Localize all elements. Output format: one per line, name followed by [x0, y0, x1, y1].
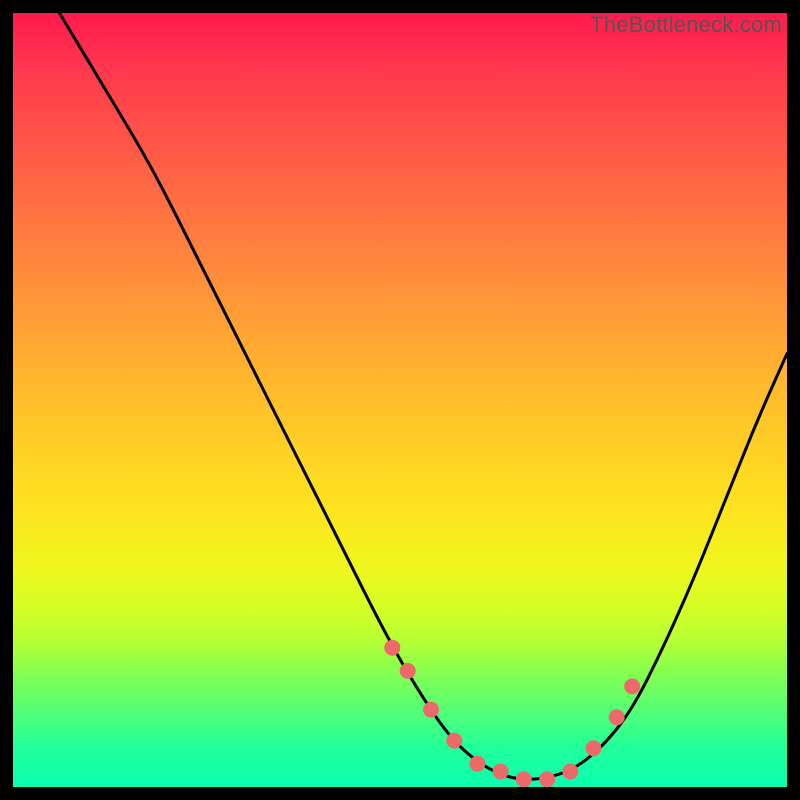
highlighted-point — [586, 740, 602, 756]
highlighted-point — [493, 764, 509, 780]
chart-svg — [13, 13, 787, 787]
bottleneck-curve — [59, 13, 787, 779]
highlighted-point — [469, 756, 485, 772]
highlighted-point — [423, 702, 439, 718]
highlighted-point — [609, 709, 625, 725]
highlighted-point — [539, 771, 555, 787]
highlighted-point — [400, 663, 416, 679]
highlighted-point — [384, 640, 400, 656]
highlighted-point — [624, 678, 640, 694]
chart-plot-area — [13, 13, 787, 787]
highlighted-points-group — [384, 640, 640, 788]
attribution-label: TheBottleneck.com — [590, 12, 782, 38]
highlighted-point — [516, 771, 532, 787]
highlighted-point — [562, 764, 578, 780]
highlighted-point — [446, 733, 462, 749]
